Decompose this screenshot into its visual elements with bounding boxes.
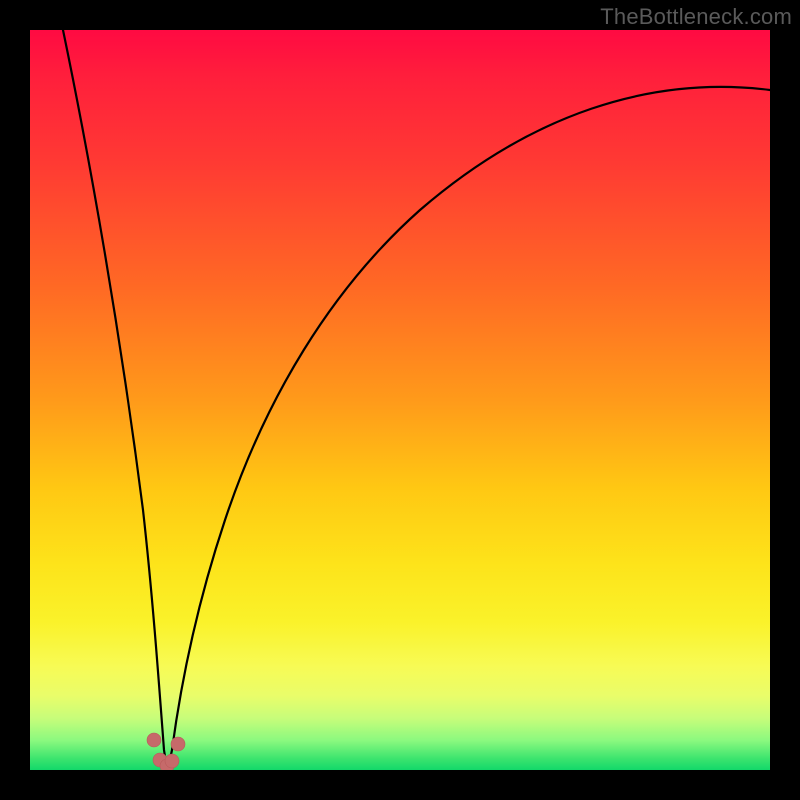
minimum-marker-cluster <box>147 733 185 770</box>
marker-dot <box>147 733 161 747</box>
marker-dot <box>171 737 185 751</box>
curve-svg <box>30 30 770 770</box>
attribution-text: TheBottleneck.com <box>600 4 792 30</box>
chart-frame: TheBottleneck.com <box>0 0 800 800</box>
marker-dot <box>165 754 179 768</box>
bottleneck-curve-right <box>168 87 771 768</box>
bottleneck-curve-left <box>63 30 168 768</box>
plot-area <box>30 30 770 770</box>
